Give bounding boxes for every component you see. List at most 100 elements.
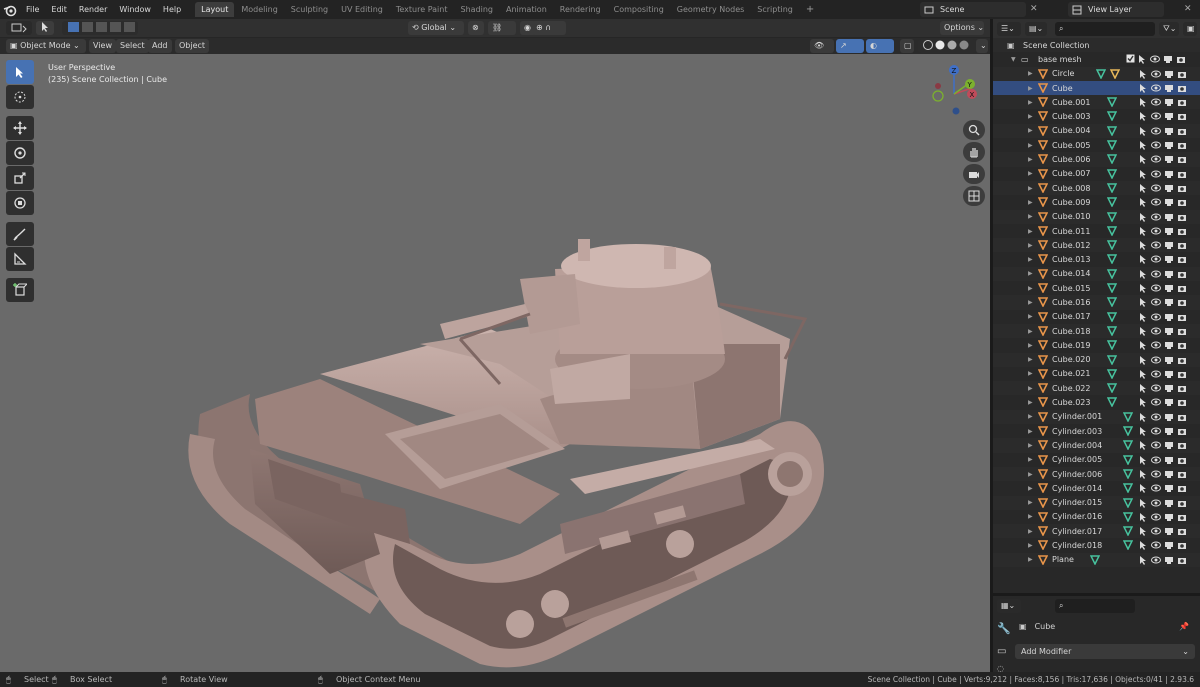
visibility-eye-icon[interactable]	[1151, 154, 1161, 164]
properties-search-input[interactable]: ⌕	[1055, 599, 1135, 613]
viewport-disable-icon[interactable]	[1164, 397, 1174, 407]
viewport-disable-icon[interactable]	[1164, 555, 1174, 565]
outliner-object-row[interactable]: ▶ Cube.003	[993, 109, 1200, 124]
gizmo-toggle-icon[interactable]: ↗	[836, 39, 864, 53]
camera-icon[interactable]	[963, 164, 985, 184]
modifier-wrench-icon[interactable]	[1106, 340, 1117, 351]
outliner-object-row[interactable]: ▶ Cylinder.016	[993, 509, 1200, 525]
modifier-tab-icon[interactable]: 🔧	[997, 622, 1011, 635]
modifier-wrench-icon[interactable]	[1106, 211, 1117, 222]
viewport-disable-icon[interactable]	[1164, 297, 1174, 307]
visibility-eye-icon[interactable]	[1151, 212, 1161, 222]
outliner-object-row[interactable]: ▶ Cylinder.001	[993, 409, 1200, 425]
outliner-object-row[interactable]: ▶ Cube.010	[993, 209, 1200, 224]
outliner-object-row[interactable]: ▶ Plane	[993, 552, 1200, 567]
visibility-eye-icon[interactable]	[1151, 498, 1161, 508]
viewport-disable-icon[interactable]	[1164, 197, 1174, 207]
disclosure-icon[interactable]: ▶	[1028, 228, 1033, 235]
outliner-object-row[interactable]: ▶ Cylinder.018	[993, 538, 1200, 553]
select-toggle-icon[interactable]	[1139, 397, 1148, 408]
select-toggle-icon[interactable]	[1139, 169, 1148, 179]
select-tool-icon[interactable]	[6, 60, 34, 84]
render-camera-icon[interactable]	[1177, 540, 1187, 550]
workspace-tab-rendering[interactable]: Rendering	[554, 2, 607, 17]
snap-toggle-icon[interactable]: ⛓	[488, 21, 516, 35]
outliner-object-row[interactable]: ▶ Cube.004	[993, 123, 1200, 139]
menu-view[interactable]: View	[89, 39, 116, 53]
visibility-toggle-icon[interactable]: 👁	[810, 39, 834, 53]
scene-selector[interactable]: Scene	[920, 2, 1026, 17]
menu-window[interactable]: Window	[113, 0, 157, 19]
select-toggle-icon[interactable]	[1139, 69, 1148, 79]
render-camera-icon[interactable]	[1177, 455, 1187, 465]
workspace-tab-scripting[interactable]: Scripting	[751, 2, 799, 17]
visibility-eye-icon[interactable]	[1151, 297, 1161, 307]
viewport-disable-icon[interactable]	[1164, 369, 1174, 379]
outliner-search-input[interactable]: ⌕	[1055, 22, 1155, 36]
outliner-object-row[interactable]: ▶ Cylinder.003	[993, 424, 1200, 439]
render-camera-icon[interactable]	[1177, 240, 1187, 250]
viewport-disable-icon[interactable]	[1164, 226, 1174, 236]
proportional-falloff-icon[interactable]: ⊕ ∩	[532, 21, 566, 35]
visibility-eye-icon[interactable]	[1151, 312, 1161, 322]
add-cube-tool-icon[interactable]	[6, 278, 34, 302]
modifier-wrench-icon[interactable]	[1106, 369, 1117, 379]
select-toggle-icon[interactable]	[1139, 326, 1148, 336]
visibility-eye-icon[interactable]	[1151, 426, 1161, 436]
select-toggle-icon[interactable]	[1139, 383, 1148, 394]
outliner-editor-type-icon[interactable]: ☰⌄	[997, 22, 1021, 36]
disclosure-icon[interactable]: ▶	[1028, 513, 1033, 520]
viewport-disable-icon[interactable]	[1164, 169, 1174, 179]
modifier-wrench-icon[interactable]	[1106, 168, 1117, 179]
render-camera-icon[interactable]	[1177, 169, 1187, 179]
viewport-disable-icon[interactable]	[1164, 240, 1174, 250]
disclosure-icon[interactable]: ▶	[1028, 428, 1033, 435]
outliner-object-row[interactable]: ▶ Cube.012	[993, 238, 1200, 253]
render-camera-icon[interactable]	[1177, 183, 1187, 193]
render-camera-icon[interactable]	[1177, 312, 1187, 322]
select-toggle-icon[interactable]	[1139, 512, 1148, 522]
select-toggle-icon[interactable]	[1139, 126, 1148, 136]
visibility-eye-icon[interactable]	[1151, 455, 1161, 465]
viewport-disable-icon[interactable]	[1164, 312, 1174, 322]
render-camera-icon[interactable]	[1177, 512, 1187, 522]
modifier-wrench-icon[interactable]	[1090, 554, 1100, 565]
visibility-eye-icon[interactable]	[1151, 340, 1161, 350]
close-scene-icon[interactable]: ✕	[1030, 4, 1038, 14]
render-camera-icon[interactable]	[1176, 54, 1186, 64]
navigation-gizmo[interactable]: Z Y X	[920, 58, 990, 130]
rotate-tool-icon[interactable]	[6, 141, 34, 165]
visibility-eye-icon[interactable]	[1151, 183, 1161, 193]
disclosure-icon[interactable]: ▶	[1028, 370, 1033, 377]
render-camera-icon[interactable]	[1177, 111, 1187, 121]
outliner-object-row[interactable]: ▶ Cube.017	[993, 309, 1200, 324]
viewport-disable-icon[interactable]	[1164, 254, 1174, 264]
render-camera-icon[interactable]	[1177, 526, 1187, 536]
select-toggle-icon[interactable]	[1139, 483, 1148, 494]
visibility-eye-icon[interactable]	[1151, 383, 1161, 393]
viewport-disable-icon[interactable]	[1164, 355, 1174, 365]
visibility-eye-icon[interactable]	[1151, 97, 1161, 107]
render-camera-icon[interactable]	[1177, 440, 1187, 450]
viewport-disable-icon[interactable]	[1164, 540, 1174, 550]
viewport-disable-icon[interactable]	[1164, 326, 1174, 336]
visibility-eye-icon[interactable]	[1151, 540, 1161, 550]
modifier-wrench-icon[interactable]	[1123, 411, 1133, 422]
visibility-eye-icon[interactable]	[1151, 126, 1161, 136]
modifier-wrench-icon[interactable]	[1106, 183, 1117, 193]
render-camera-icon[interactable]	[1177, 498, 1187, 508]
modifier-wrench-icon[interactable]	[1123, 469, 1133, 479]
disclosure-icon[interactable]: ▶	[1028, 556, 1033, 563]
transform-orientation-dropdown[interactable]: ⟲ Global ⌄	[408, 21, 464, 35]
disclosure-icon[interactable]: ▶	[1028, 270, 1033, 277]
modifier-wrench-icon[interactable]	[1106, 140, 1117, 151]
disclosure-icon[interactable]: ▼	[1011, 56, 1016, 63]
render-camera-icon[interactable]	[1177, 397, 1187, 407]
viewport-disable-icon[interactable]	[1164, 340, 1174, 350]
select-toggle-icon[interactable]	[1139, 154, 1148, 165]
visibility-eye-icon[interactable]	[1151, 326, 1161, 336]
checkbox-icon[interactable]	[1126, 54, 1135, 63]
modifier-wrench-icon[interactable]	[1106, 397, 1117, 408]
transform-tool-icon[interactable]	[6, 191, 34, 215]
modifier-wrench-icon[interactable]	[1106, 240, 1117, 251]
